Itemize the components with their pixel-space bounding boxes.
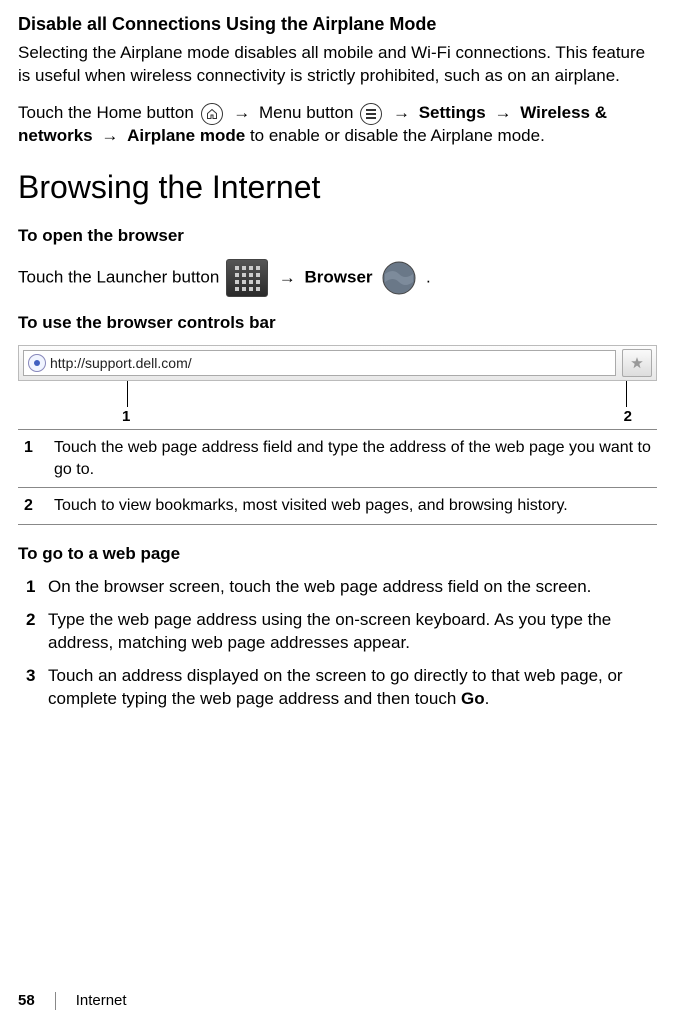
- step-text: On the browser screen, touch the web pag…: [48, 576, 657, 599]
- menu-icon: [360, 103, 382, 125]
- step-item: 1 On the browser screen, touch the web p…: [18, 576, 657, 599]
- row-number: 1: [18, 430, 48, 488]
- globe-icon: [379, 258, 419, 298]
- text-menu-button: Menu button: [259, 103, 358, 122]
- step-item: 3 Touch an address displayed on the scre…: [18, 665, 657, 711]
- home-icon: [201, 103, 223, 125]
- para-open-browser: Touch the Launcher button → Browser .: [18, 258, 657, 298]
- heading-browsing-internet: Browsing the Internet: [18, 166, 657, 209]
- heading-open-browser: To open the browser: [18, 225, 657, 248]
- page-footer: 58 Internet: [18, 991, 127, 1011]
- url-text: http://support.dell.com/: [50, 354, 192, 373]
- browser-toolbar: http://support.dell.com/: [18, 345, 657, 381]
- page-number: 58: [18, 991, 35, 1011]
- heading-goto-webpage: To go to a web page: [18, 543, 657, 566]
- text-touch-home: Touch the Home button: [18, 103, 199, 122]
- heading-browser-controls: To use the browser controls bar: [18, 312, 657, 335]
- bookmarks-button[interactable]: [622, 349, 652, 377]
- callout-1: 1: [122, 407, 130, 427]
- para-airplane-instruction: Touch the Home button → Menu button → Se…: [18, 102, 657, 148]
- step-number: 1: [18, 576, 48, 599]
- text-browser: Browser: [305, 268, 373, 287]
- callout-2: 2: [624, 407, 632, 427]
- table-row: 1 Touch the web page address field and t…: [18, 430, 657, 488]
- step-text: Type the web page address using the on-s…: [48, 609, 657, 655]
- text-settings: Settings: [419, 103, 486, 122]
- para-airplane-desc: Selecting the Airplane mode disables all…: [18, 42, 657, 88]
- heading-airplane-mode: Disable all Connections Using the Airpla…: [18, 12, 657, 36]
- arrow-icon: →: [495, 103, 512, 122]
- step-text: Touch an address displayed on the screen…: [48, 665, 657, 711]
- text-period: .: [426, 268, 431, 287]
- favicon-icon: [28, 354, 46, 372]
- arrow-icon: →: [233, 103, 250, 122]
- text-touch-launcher: Touch the Launcher button: [18, 268, 224, 287]
- browser-bar-screenshot: http://support.dell.com/ 1 2: [18, 345, 657, 423]
- table-row: 2 Touch to view bookmarks, most visited …: [18, 488, 657, 525]
- step-item: 2 Type the web page address using the on…: [18, 609, 657, 655]
- step-number: 2: [18, 609, 48, 655]
- controls-description-table: 1 Touch the web page address field and t…: [18, 429, 657, 525]
- steps-list: 1 On the browser screen, touch the web p…: [18, 576, 657, 711]
- arrow-icon: →: [393, 103, 410, 122]
- text-airplane-suffix: to enable or disable the Airplane mode.: [250, 126, 545, 145]
- row-text: Touch the web page address field and typ…: [48, 430, 657, 488]
- url-address-field[interactable]: http://support.dell.com/: [23, 350, 616, 376]
- row-text: Touch to view bookmarks, most visited we…: [48, 488, 657, 525]
- callout-labels: 1 2: [18, 381, 657, 423]
- row-number: 2: [18, 488, 48, 525]
- step-number: 3: [18, 665, 48, 711]
- section-name: Internet: [76, 991, 127, 1011]
- star-icon: [630, 356, 644, 370]
- arrow-icon: →: [279, 268, 296, 287]
- launcher-icon: [226, 259, 268, 297]
- arrow-icon: →: [101, 126, 118, 145]
- footer-separator: [55, 992, 56, 1010]
- text-airplane-mode: Airplane mode: [127, 126, 245, 145]
